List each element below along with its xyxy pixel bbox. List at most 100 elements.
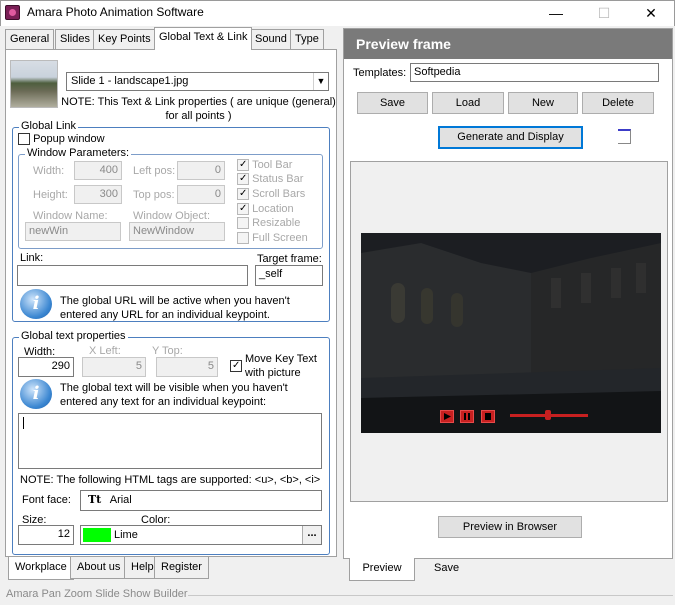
color-more-button[interactable]: ... — [302, 526, 321, 544]
top-pos-label: Top pos: — [133, 189, 175, 201]
toolbar-option[interactable]: Tool Bar — [237, 159, 293, 172]
preview-in-browser-button[interactable]: Preview in Browser — [438, 516, 582, 538]
resizable-label: Resizable — [252, 217, 301, 230]
tab-global-text-link[interactable]: Global Text & Link — [154, 27, 253, 50]
tab-general[interactable]: General — [5, 29, 55, 49]
font-face-field[interactable]: Tt Arial — [80, 490, 322, 511]
tab-slides[interactable]: Slides — [55, 29, 95, 49]
html-tags-note: NOTE: The following HTML tags are suppor… — [20, 474, 321, 486]
chevron-down-icon[interactable]: ▼ — [313, 73, 328, 90]
pause-icon[interactable] — [460, 410, 474, 423]
new-button[interactable]: New — [508, 92, 578, 114]
window-object-field[interactable]: NewWindow — [129, 222, 225, 241]
statusbar-label: Status Bar — [252, 173, 304, 186]
font-icon: Tt — [88, 493, 102, 506]
video-frame-image — [361, 233, 661, 433]
preview-video — [361, 233, 661, 433]
tab-type[interactable]: Type — [290, 29, 324, 49]
delete-button[interactable]: Delete — [582, 92, 654, 114]
window-height-field[interactable]: 300 — [74, 185, 122, 204]
scrollbars-label: Scroll Bars — [252, 188, 306, 201]
toolbar-checkbox[interactable] — [237, 159, 249, 172]
move-key-text-box[interactable] — [230, 360, 242, 372]
slide-thumbnail — [10, 60, 58, 108]
info-icon-text: i — [20, 379, 52, 409]
templates-input[interactable]: Softpedia — [410, 63, 659, 82]
global-text-info: The global text will be visible when you… — [60, 382, 288, 408]
scrollbars-checkbox[interactable] — [237, 188, 249, 201]
minimize-icon[interactable]: — — [534, 1, 578, 25]
window-width-field[interactable]: 400 — [74, 161, 122, 180]
top-pos-field[interactable]: 0 — [177, 185, 225, 204]
close-icon[interactable]: ✕ — [629, 1, 673, 25]
templates-label: Templates: — [353, 67, 407, 79]
load-button[interactable]: Load — [432, 92, 504, 114]
window-title: Amara Photo Animation Software — [27, 5, 204, 19]
left-pos-field[interactable]: 0 — [177, 161, 225, 180]
status-divider — [188, 595, 673, 596]
global-link-title: Global Link — [19, 120, 79, 132]
font-face-value: Arial — [109, 494, 132, 506]
statusbar-checkbox[interactable] — [237, 173, 249, 186]
y-top-field[interactable]: 5 — [156, 357, 218, 377]
window-name-field[interactable]: newWin — [25, 222, 121, 241]
global-url-info: The global URL will be active when you h… — [60, 295, 290, 321]
text-caret — [23, 417, 24, 429]
tab-sound[interactable]: Sound — [250, 29, 292, 49]
tab-workplace[interactable]: Workplace — [8, 557, 74, 580]
fullscreen-option[interactable]: Full Screen — [237, 232, 308, 245]
slide-select-value: Slide 1 - landscape1.jpg — [71, 75, 189, 87]
tab-preview[interactable]: Preview — [349, 558, 415, 581]
play-icon[interactable] — [440, 410, 454, 423]
slide-note: NOTE: This Text & Link properties ( are … — [61, 96, 336, 122]
text-width-field[interactable]: 290 — [18, 357, 74, 377]
window-parameters-title: Window Parameters: — [25, 147, 132, 159]
popup-window-checkbox[interactable]: Popup window — [18, 133, 105, 146]
generate-display-button[interactable]: Generate and Display — [438, 126, 583, 149]
font-face-label: Font face: — [22, 494, 71, 506]
x-left-label: X Left: — [89, 345, 121, 357]
tab-register[interactable]: Register — [154, 557, 209, 579]
app-icon — [5, 5, 20, 20]
save-button[interactable]: Save — [357, 92, 428, 114]
target-frame-label: Target frame: — [257, 253, 322, 265]
location-option[interactable]: Location — [237, 203, 294, 216]
statusbar-option[interactable]: Status Bar — [237, 173, 304, 186]
location-checkbox[interactable] — [237, 203, 249, 216]
window-object-label: Window Object: — [133, 210, 211, 222]
toolbar-label: Tool Bar — [252, 159, 293, 172]
playback-slider-handle[interactable] — [545, 410, 551, 420]
size-field[interactable]: 12 — [18, 525, 74, 545]
color-swatch — [83, 528, 111, 542]
tab-save[interactable]: Save — [434, 562, 459, 574]
link-input[interactable] — [17, 265, 248, 286]
maximize-icon[interactable]: ☐ — [582, 1, 626, 25]
scrollbars-option[interactable]: Scroll Bars — [237, 188, 306, 201]
resizable-checkbox[interactable] — [237, 217, 249, 230]
global-text-area[interactable] — [18, 413, 322, 469]
slide-select[interactable]: Slide 1 - landscape1.jpg ▼ — [66, 72, 329, 91]
color-value: Lime — [114, 529, 138, 541]
window-name-label: Window Name: — [33, 210, 108, 222]
resizable-option[interactable]: Resizable — [237, 217, 301, 230]
location-label: Location — [252, 203, 294, 216]
small-window-icon[interactable] — [618, 129, 631, 144]
width-label: Width: — [33, 165, 65, 177]
popup-checkbox-box[interactable] — [18, 133, 30, 146]
y-top-label: Y Top: — [152, 345, 183, 357]
color-picker-field[interactable]: Lime ... — [80, 525, 322, 545]
fullscreen-checkbox[interactable] — [237, 232, 249, 245]
global-text-title: Global text properties — [19, 330, 128, 342]
tab-key-points[interactable]: Key Points — [93, 29, 156, 49]
preview-header: Preview frame — [344, 29, 672, 59]
target-frame-input[interactable]: _self — [255, 265, 323, 286]
move-key-text-label: Move Key Text with picture — [245, 353, 317, 379]
fullscreen-label: Full Screen — [252, 232, 308, 245]
stop-icon[interactable] — [481, 410, 495, 423]
info-icon: i — [20, 289, 52, 319]
height-label: Height: — [33, 189, 68, 201]
status-text: Amara Pan Zoom Slide Show Builder — [6, 588, 188, 600]
x-left-field[interactable]: 5 — [82, 357, 146, 377]
popup-window-label: Popup window — [33, 133, 105, 146]
tab-about-us[interactable]: About us — [70, 557, 128, 579]
